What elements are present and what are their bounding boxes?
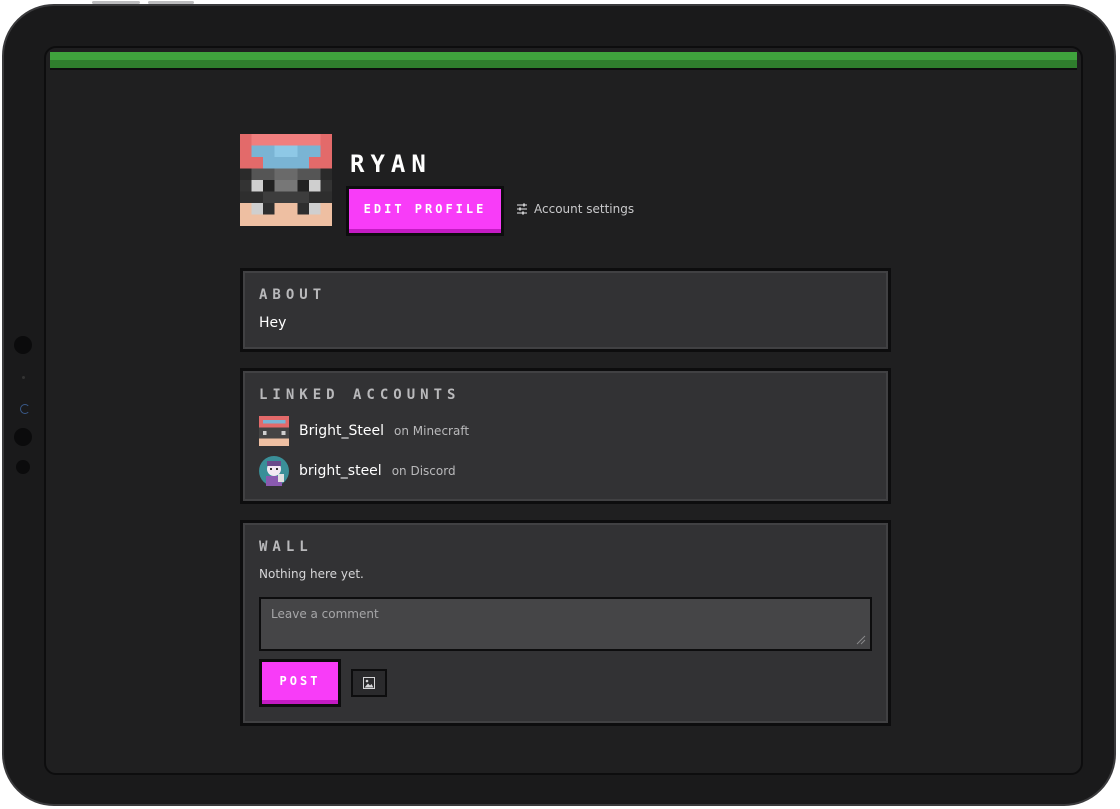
comment-input[interactable] [261,599,870,649]
camera-icon [14,336,32,354]
about-title: ABOUT [259,287,327,303]
linked-account-discord[interactable]: bright_steel on Discord [259,455,872,487]
lens-icon [16,460,30,474]
linked-account-name: Bright_Steel [299,423,384,439]
discord-avatar-icon [259,456,289,486]
wall-actions: POST [259,659,872,707]
lens-icon [14,428,32,446]
account-settings-link[interactable]: Account settings [516,202,634,216]
profile-page: RYAN EDIT PROFILE Account settings ABOUT… [240,134,891,742]
profile-header: RYAN EDIT PROFILE Account settings [240,134,891,246]
attach-image-button[interactable] [351,669,387,697]
image-icon [363,677,375,689]
hardware-button-top [92,1,140,4]
wall-card: WALL Nothing here yet. POST [240,520,891,726]
minecraft-avatar-icon [259,416,289,446]
profile-username: RYAN [350,150,432,178]
hardware-button-top [148,1,194,4]
comment-box [259,597,872,651]
sensor-dot [22,376,25,379]
linked-accounts-title: LINKED ACCOUNTS [259,387,461,403]
post-button[interactable]: POST [259,659,341,707]
minecraft-skin-avatar [240,134,332,226]
screen: RYAN EDIT PROFILE Account settings ABOUT… [44,46,1083,775]
linked-account-platform: on Minecraft [394,424,470,438]
linked-account-minecraft[interactable]: Bright_Steel on Minecraft [259,415,872,447]
sliders-icon [517,203,527,215]
account-settings-label: Account settings [534,202,635,216]
header-bar [50,52,1077,72]
linked-account-name: bright_steel [299,463,382,479]
edit-profile-button[interactable]: EDIT PROFILE [346,186,504,236]
about-card: ABOUT Hey [240,268,891,352]
linked-accounts-card: LINKED ACCOUNTS Bright_Steel on Minecraf… [240,368,891,504]
tablet-frame: RYAN EDIT PROFILE Account settings ABOUT… [2,1,1116,806]
about-text: Hey [259,315,287,331]
resize-grip-icon[interactable] [856,635,866,645]
linked-account-platform: on Discord [391,464,456,478]
wall-empty-text: Nothing here yet. [259,567,364,581]
sensor-arc-icon [20,404,30,414]
wall-title: WALL [259,539,313,555]
